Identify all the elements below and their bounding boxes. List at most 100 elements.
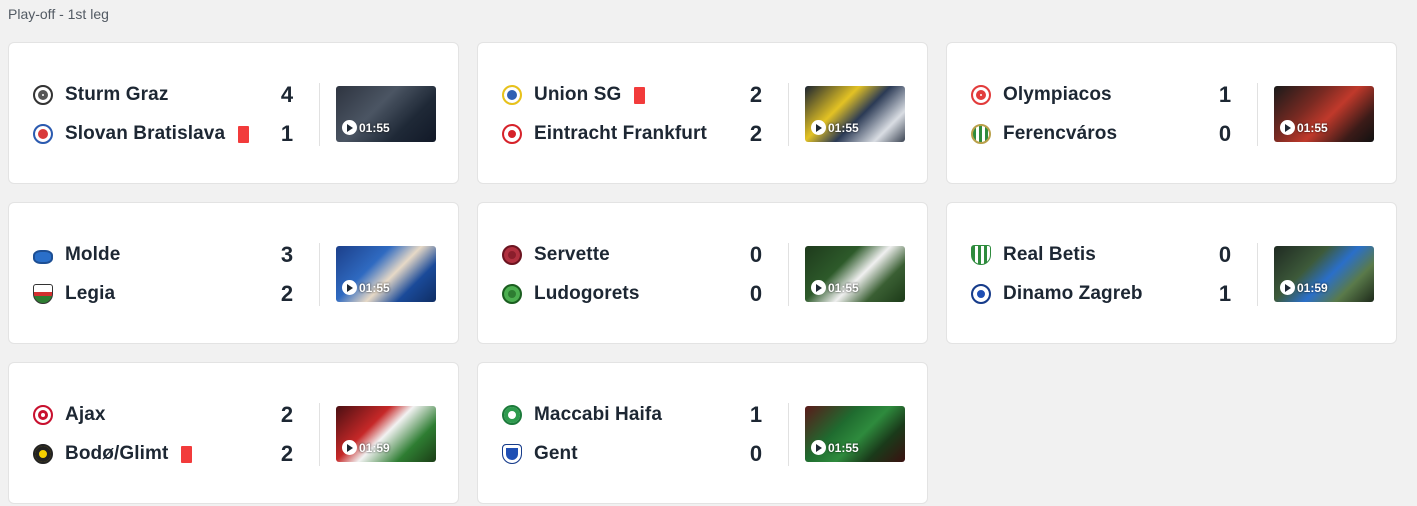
video-badge: 01:55 (811, 440, 859, 455)
match-card[interactable]: Molde 3 Legia 2 01:55 (8, 202, 459, 344)
home-team-row: Union SG 2 (502, 83, 767, 107)
video-badge: 01:55 (342, 280, 390, 295)
away-team-row: Dinamo Zagreb 1 (971, 282, 1236, 306)
team-score: 2 (749, 82, 763, 107)
play-icon (342, 280, 357, 295)
team-name: Dinamo Zagreb (1003, 283, 1143, 304)
ludogorets-crest-icon (502, 284, 522, 304)
video-badge: 01:59 (1280, 280, 1328, 295)
video-duration: 01:55 (359, 280, 390, 295)
team-score: 0 (749, 242, 763, 267)
highlight-video-thumbnail[interactable]: 01:55 (805, 86, 905, 142)
team-name: Olympiacos (1003, 84, 1112, 105)
video-duration: 01:59 (1297, 280, 1328, 295)
away-team-row: Legia 2 (33, 282, 298, 306)
team-name: Sturm Graz (65, 84, 169, 105)
team-score: 0 (749, 441, 763, 466)
divider (319, 403, 320, 466)
team-name: Eintracht Frankfurt (534, 123, 707, 144)
divider (319, 243, 320, 306)
team-name: Maccabi Haifa (534, 404, 663, 425)
team-name: Real Betis (1003, 244, 1096, 265)
real-betis-crest-icon (971, 245, 991, 265)
team-score: 4 (280, 82, 294, 107)
team-score: 2 (280, 402, 294, 427)
team-score: 3 (280, 242, 294, 267)
servette-crest-icon (502, 245, 522, 265)
match-card[interactable]: Olympiacos 1 Ferencváros 0 01:55 (946, 42, 1397, 184)
highlight-video-thumbnail[interactable]: 01:55 (336, 246, 436, 302)
team-name: Slovan Bratislava (65, 123, 226, 144)
team-name: Bodø/Glimt (65, 443, 169, 464)
highlight-video-thumbnail[interactable]: 01:55 (1274, 86, 1374, 142)
divider (788, 243, 789, 306)
highlight-video-thumbnail[interactable]: 01:59 (1274, 246, 1374, 302)
ajax-crest-icon (33, 405, 53, 425)
video-duration: 01:59 (359, 440, 390, 455)
team-score: 1 (1218, 281, 1232, 306)
team-name: Ludogorets (534, 283, 640, 304)
away-team-row: Ludogorets 0 (502, 282, 767, 306)
video-badge: 01:55 (342, 120, 390, 135)
highlight-video-thumbnail[interactable]: 01:55 (805, 406, 905, 462)
team-score: 2 (280, 281, 294, 306)
video-badge: 01:55 (811, 280, 859, 295)
video-duration: 01:55 (359, 120, 390, 135)
maccabi-haifa-crest-icon (502, 405, 522, 425)
team-score: 0 (1218, 242, 1232, 267)
ferencvaros-crest-icon (971, 124, 991, 144)
home-team-row: Olympiacos 1 (971, 83, 1236, 107)
bodo-glimt-crest-icon (33, 444, 53, 464)
match-card[interactable]: Real Betis 0 Dinamo Zagreb 1 01:59 (946, 202, 1397, 344)
team-name: Molde (65, 244, 121, 265)
divider (788, 403, 789, 466)
video-badge: 01:59 (342, 440, 390, 455)
team-score: 1 (1218, 82, 1232, 107)
gent-crest-icon (502, 444, 522, 464)
match-card[interactable]: Sturm Graz 4 Slovan Bratislava 1 01:55 (8, 42, 459, 184)
match-card[interactable]: Maccabi Haifa 1 Gent 0 01:55 (477, 362, 928, 504)
home-team-row: Ajax 2 (33, 403, 298, 427)
highlight-video-thumbnail[interactable]: 01:55 (336, 86, 436, 142)
play-icon (1280, 280, 1295, 295)
video-duration: 01:55 (828, 280, 859, 295)
match-card[interactable]: Ajax 2 Bodø/Glimt 2 01:59 (8, 362, 459, 504)
away-team-row: Gent 0 (502, 442, 767, 466)
team-name: Legia (65, 283, 116, 304)
home-team-row: Servette 0 (502, 243, 767, 267)
team-name: Servette (534, 244, 610, 265)
highlight-video-thumbnail[interactable]: 01:59 (336, 406, 436, 462)
match-card[interactable]: Union SG 2 Eintracht Frankfurt 2 01:55 (477, 42, 928, 184)
away-team-row: Bodø/Glimt 2 (33, 442, 298, 466)
red-card-icon (634, 86, 646, 104)
play-icon (342, 120, 357, 135)
sturm-graz-crest-icon (33, 85, 53, 105)
match-card[interactable]: Servette 0 Ludogorets 0 01:55 (477, 202, 928, 344)
highlight-video-thumbnail[interactable]: 01:55 (805, 246, 905, 302)
molde-crest-icon (33, 249, 53, 264)
team-name: Gent (534, 443, 578, 464)
away-team-row: Eintracht Frankfurt 2 (502, 122, 767, 146)
team-score: 0 (1218, 121, 1232, 146)
away-team-row: Ferencváros 0 (971, 122, 1236, 146)
team-score: 2 (280, 441, 294, 466)
home-team-row: Maccabi Haifa 1 (502, 403, 767, 427)
dinamo-zagreb-crest-icon (971, 284, 991, 304)
team-name: Ferencváros (1003, 123, 1118, 144)
red-card-icon (181, 445, 193, 463)
section-title: Play-off - 1st leg (8, 6, 109, 22)
legia-crest-icon (33, 284, 53, 304)
play-icon (811, 440, 826, 455)
video-duration: 01:55 (1297, 120, 1328, 135)
divider (1257, 83, 1258, 146)
video-duration: 01:55 (828, 120, 859, 135)
play-icon (342, 440, 357, 455)
union-sg-crest-icon (502, 85, 522, 105)
team-score: 2 (749, 121, 763, 146)
divider (1257, 243, 1258, 306)
team-score: 1 (280, 121, 294, 146)
play-icon (811, 120, 826, 135)
away-team-row: Slovan Bratislava 1 (33, 122, 298, 146)
video-duration: 01:55 (828, 440, 859, 455)
home-team-row: Sturm Graz 4 (33, 83, 298, 107)
